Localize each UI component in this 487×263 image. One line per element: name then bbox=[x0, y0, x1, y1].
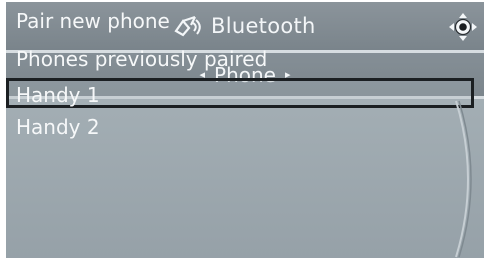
page-title: Bluetooth bbox=[211, 14, 316, 38]
menu-item-handy-2[interactable]: Handy 2 bbox=[16, 110, 100, 144]
controller-icon[interactable] bbox=[446, 11, 480, 43]
menu-item-phones-previously-paired[interactable]: Phones previously paired bbox=[16, 42, 267, 76]
bluetooth-screen: Bluetooth ◂ Phone ▸ Pair new phone Phone… bbox=[0, 0, 487, 263]
menu-item-pair-new-phone[interactable]: Pair new phone bbox=[16, 4, 170, 38]
bluetooth-icon bbox=[174, 15, 201, 37]
scroll-arc bbox=[455, 100, 472, 258]
title-group: Bluetooth bbox=[171, 11, 316, 41]
menu-item-handy-1[interactable]: Handy 1 bbox=[16, 78, 100, 112]
display-frame: Bluetooth ◂ Phone ▸ Pair new phone Phone… bbox=[6, 2, 484, 258]
